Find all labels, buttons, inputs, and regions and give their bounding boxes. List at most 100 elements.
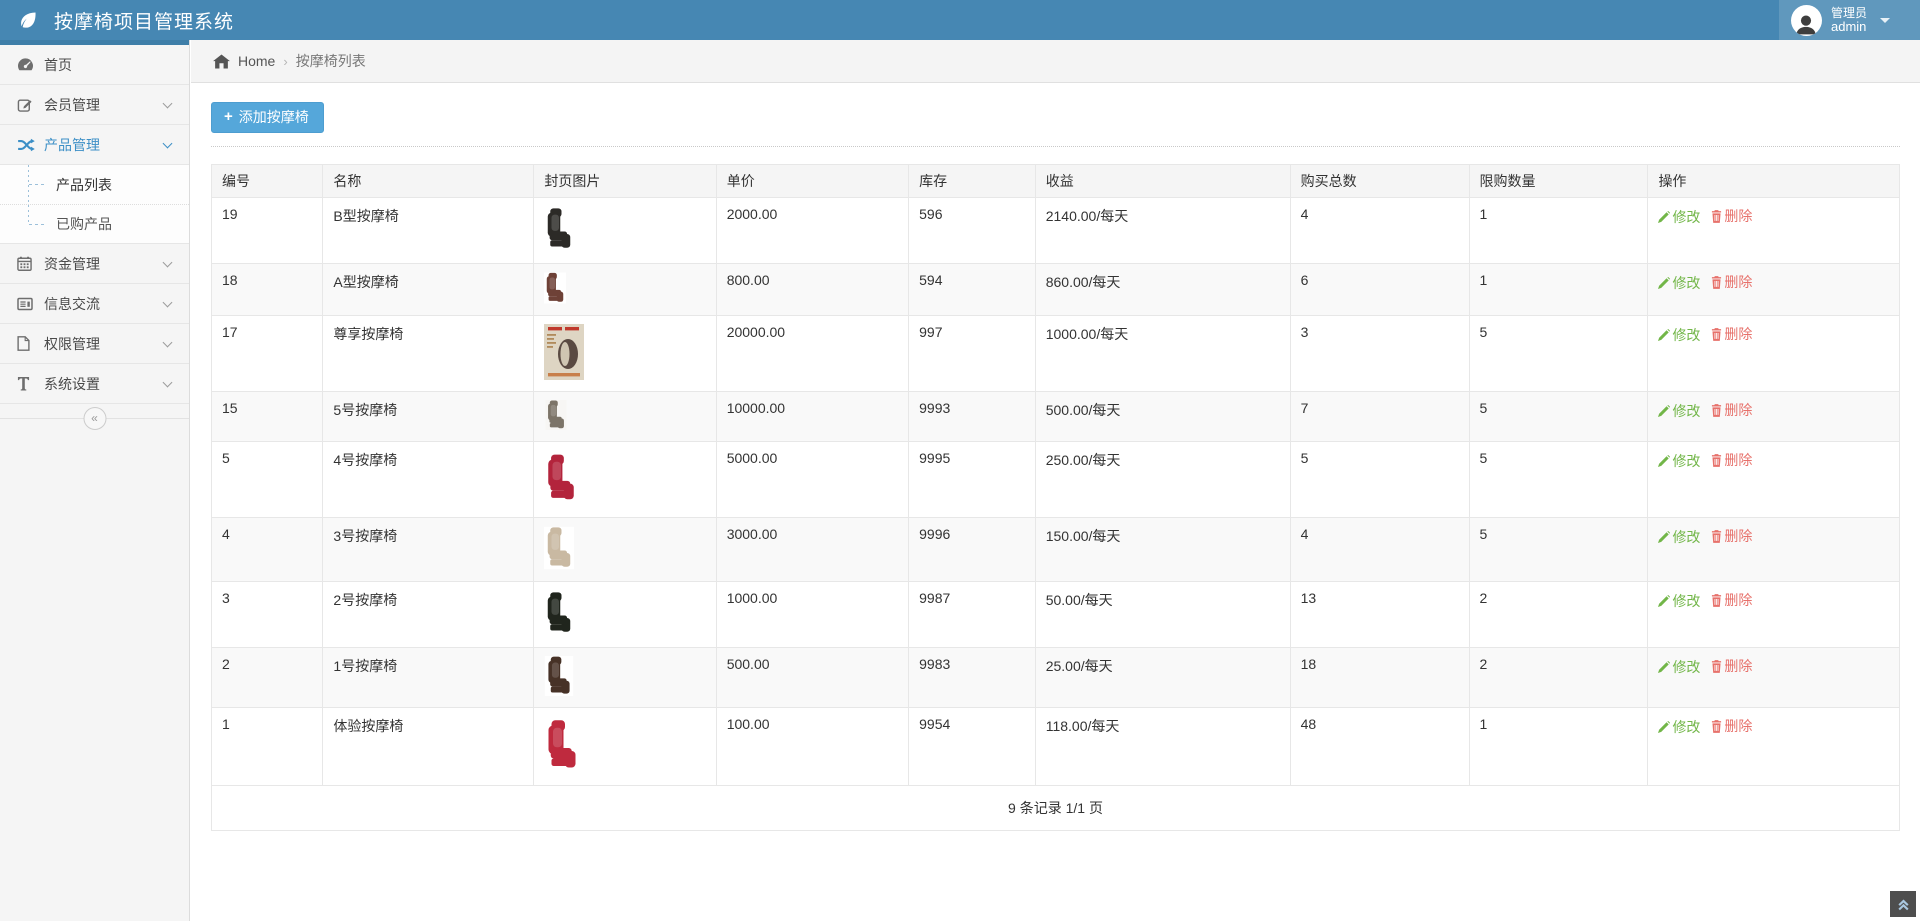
cell-profit: 2140.00/每天 — [1035, 198, 1290, 264]
edit-link[interactable]: 修改 — [1658, 325, 1700, 345]
file-icon — [17, 336, 44, 351]
pencil-icon — [1658, 595, 1670, 607]
font-icon — [17, 376, 44, 391]
product-cover-image — [544, 324, 584, 380]
edit-link[interactable]: 修改 — [1658, 591, 1700, 611]
add-button-label: 添加按摩椅 — [239, 107, 309, 127]
cell-name: 3号按摩椅 — [323, 518, 534, 582]
cell-id: 17 — [212, 316, 323, 392]
tree-dash-icon — [29, 224, 44, 225]
cell-actions: 修改 删除 — [1648, 198, 1900, 264]
edit-link[interactable]: 修改 — [1658, 717, 1700, 737]
dotted-divider — [211, 146, 1900, 147]
cell-stock: 9954 — [909, 708, 1036, 786]
add-massage-chair-button[interactable]: +添加按摩椅 — [211, 102, 324, 133]
user-menu[interactable]: 管理员 admin — [1779, 0, 1920, 40]
product-cover-image — [544, 400, 568, 430]
product-cover-image — [544, 526, 574, 570]
delete-link[interactable]: 删除 — [1711, 450, 1752, 470]
cell-purchases: 13 — [1290, 582, 1469, 648]
cell-purchases: 7 — [1290, 392, 1469, 442]
sidebar-item[interactable]: 资金管理 — [0, 244, 189, 284]
delete-link[interactable]: 删除 — [1711, 656, 1752, 676]
sidebar-item[interactable]: 会员管理 — [0, 85, 189, 125]
cell-name: 体验按摩椅 — [323, 708, 534, 786]
delete-link[interactable]: 删除 — [1711, 272, 1752, 292]
cell-price: 2000.00 — [716, 198, 908, 264]
user-role: 管理员 — [1831, 6, 1867, 20]
cell-purchases: 48 — [1290, 708, 1469, 786]
cell-profit: 860.00/每天 — [1035, 264, 1290, 316]
user-info: 管理员 admin — [1831, 6, 1867, 34]
pencil-icon — [1658, 455, 1670, 467]
sidebar-item[interactable]: 系统设置 — [0, 364, 189, 404]
cell-price: 1000.00 — [716, 582, 908, 648]
back-to-top-button[interactable] — [1890, 891, 1916, 917]
leaf-icon — [18, 10, 45, 30]
table-row: 17 尊享按摩椅 20000.00 997 1000.00/每天 3 5 修改 … — [212, 316, 1900, 392]
cell-price: 5000.00 — [716, 442, 908, 518]
table-row: 2 1号按摩椅 500.00 9983 25.00/每天 18 2 修改 删除 — [212, 648, 1900, 708]
product-cover-image — [544, 590, 574, 636]
pencil-icon — [1658, 277, 1670, 289]
sidebar-menu: 首页 会员管理 产品管理 产品列表 已购产品 资金管理 信息交流 权限管理 系统… — [0, 45, 189, 404]
delete-link[interactable]: 删除 — [1711, 206, 1752, 226]
cell-name: 尊享按摩椅 — [323, 316, 534, 392]
edit-link[interactable]: 修改 — [1658, 401, 1700, 421]
sidebar-subitem[interactable]: 产品列表 — [0, 165, 189, 204]
edit-link[interactable]: 修改 — [1658, 451, 1700, 471]
sidebar-subitem-label: 已购产品 — [56, 214, 112, 234]
cell-stock: 9993 — [909, 392, 1036, 442]
shuffle-icon — [17, 138, 44, 152]
delete-link[interactable]: 删除 — [1711, 716, 1752, 736]
delete-link[interactable]: 删除 — [1711, 400, 1752, 420]
cell-purchases: 6 — [1290, 264, 1469, 316]
edit-link[interactable]: 修改 — [1658, 273, 1700, 293]
sidebar-item-label: 产品管理 — [44, 135, 164, 155]
sidebar-item[interactable]: 首页 — [0, 45, 189, 85]
breadcrumb-home[interactable]: Home — [238, 53, 275, 69]
sidebar-subitem-label: 产品列表 — [56, 175, 112, 195]
sidebar-subitem[interactable]: 已购产品 — [0, 204, 189, 243]
cell-stock: 9996 — [909, 518, 1036, 582]
sidebar-item[interactable]: 产品管理 — [0, 125, 189, 165]
collapse-sidebar-button[interactable]: « — [83, 407, 106, 430]
content-area: +添加按摩椅 编号名称封页图片单价库存收益购买总数限购数量操作 19 B型按摩椅… — [191, 84, 1920, 921]
column-header: 单价 — [716, 165, 908, 198]
sidebar-item[interactable]: 权限管理 — [0, 324, 189, 364]
user-icon — [1791, 5, 1822, 36]
sidebar-item-label: 会员管理 — [44, 95, 164, 115]
edit-link[interactable]: 修改 — [1658, 207, 1700, 227]
breadcrumb-separator: › — [283, 54, 287, 69]
cell-purchases: 3 — [1290, 316, 1469, 392]
top-navbar: 按摩椅项目管理系统 管理员 admin — [0, 0, 1920, 40]
cell-limit: 1 — [1469, 708, 1648, 786]
edit-link[interactable]: 修改 — [1658, 657, 1700, 677]
product-cover-image — [544, 206, 574, 252]
delete-link[interactable]: 删除 — [1711, 324, 1752, 344]
caret-down-icon — [1880, 18, 1890, 23]
column-header: 封页图片 — [534, 165, 716, 198]
list-icon — [17, 297, 44, 311]
dashboard-icon — [17, 57, 44, 72]
cell-purchases: 18 — [1290, 648, 1469, 708]
edit-link[interactable]: 修改 — [1658, 527, 1700, 547]
cell-profit: 50.00/每天 — [1035, 582, 1290, 648]
trash-icon — [1711, 530, 1722, 543]
cell-limit: 5 — [1469, 316, 1648, 392]
sidebar-item-label: 信息交流 — [44, 294, 164, 314]
cell-profit: 25.00/每天 — [1035, 648, 1290, 708]
table-row: 3 2号按摩椅 1000.00 9987 50.00/每天 13 2 修改 删除 — [212, 582, 1900, 648]
cell-id: 4 — [212, 518, 323, 582]
delete-link[interactable]: 删除 — [1711, 526, 1752, 546]
edit-icon — [17, 97, 44, 113]
sidebar-item[interactable]: 信息交流 — [0, 284, 189, 324]
delete-link[interactable]: 删除 — [1711, 590, 1752, 610]
main-area: Home › 按摩椅列表 +添加按摩椅 编号名称封页图片单价库存收益购买总数限购… — [191, 40, 1920, 921]
cell-id: 1 — [212, 708, 323, 786]
column-header: 编号 — [212, 165, 323, 198]
cell-purchases: 4 — [1290, 518, 1469, 582]
product-cover-image — [544, 656, 574, 696]
cell-cover — [534, 264, 716, 316]
cell-purchases: 5 — [1290, 442, 1469, 518]
